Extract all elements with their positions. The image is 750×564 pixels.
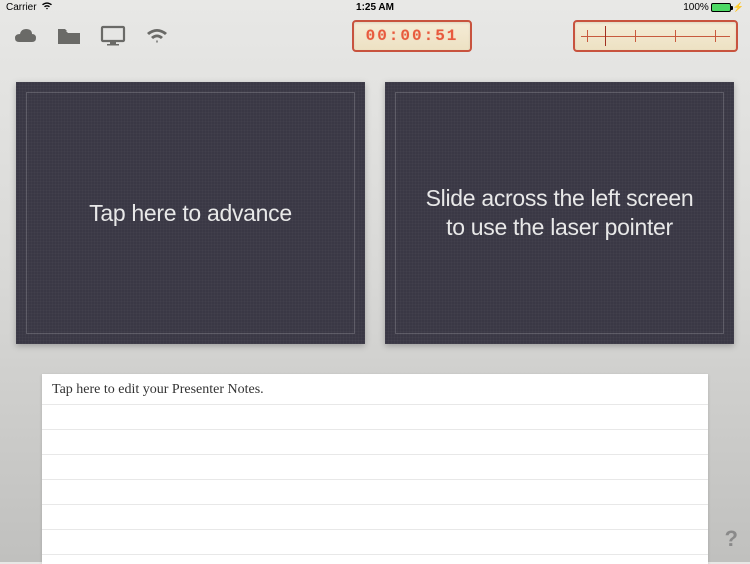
- progress-tick: [635, 30, 636, 42]
- current-slide[interactable]: Tap here to advance: [16, 82, 365, 344]
- battery-icon: [711, 3, 731, 12]
- help-button[interactable]: ?: [725, 526, 738, 552]
- progress-display[interactable]: [573, 20, 738, 52]
- slides-area: Tap here to advance Slide across the lef…: [0, 58, 750, 354]
- monitor-icon[interactable]: [100, 25, 126, 47]
- presenter-notes[interactable]: Tap here to edit your Presenter Notes.: [42, 374, 708, 564]
- carrier-label: Carrier: [6, 2, 37, 13]
- progress-tick: [715, 30, 716, 42]
- progress-tick: [587, 30, 588, 42]
- next-slide-text: Slide across the left screen to use the …: [415, 184, 704, 242]
- next-slide[interactable]: Slide across the left screen to use the …: [385, 82, 734, 344]
- cloud-icon[interactable]: [12, 25, 38, 47]
- timer-value: 00:00:51: [366, 27, 459, 45]
- notes-placeholder: Tap here to edit your Presenter Notes.: [52, 382, 698, 398]
- progress-marker: [605, 26, 606, 46]
- status-time: 1:25 AM: [356, 2, 394, 13]
- wifi-icon[interactable]: [144, 25, 170, 47]
- progress-tick: [675, 30, 676, 42]
- charging-icon: ⚡: [733, 2, 744, 13]
- battery-percent: 100%: [683, 2, 709, 13]
- status-bar: Carrier 1:25 AM 100% ⚡: [0, 0, 750, 14]
- timer-display[interactable]: 00:00:51: [352, 20, 472, 52]
- current-slide-text: Tap here to advance: [89, 199, 292, 228]
- wifi-status-icon: [41, 1, 53, 13]
- top-toolbar: 00:00:51: [0, 14, 750, 58]
- folder-icon[interactable]: [56, 25, 82, 47]
- progress-track: [581, 36, 730, 37]
